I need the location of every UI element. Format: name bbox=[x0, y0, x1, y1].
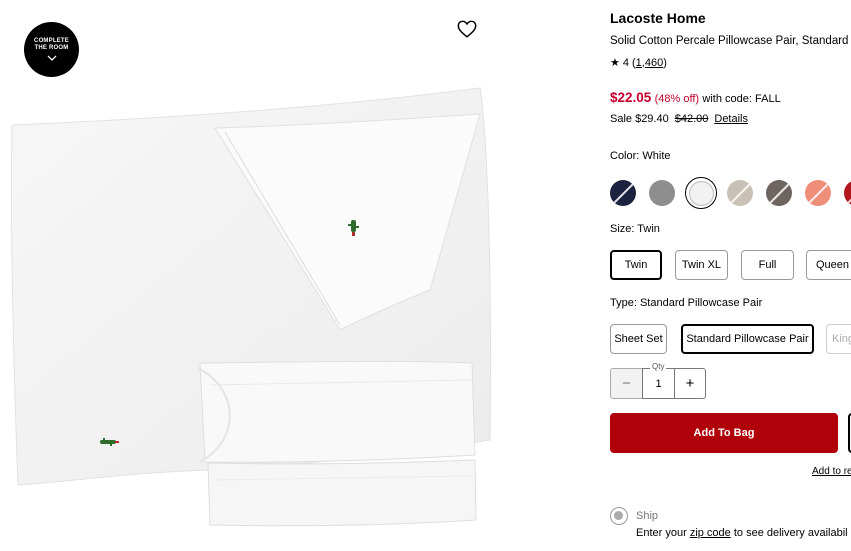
sale-text: Sale $29.40 bbox=[610, 113, 669, 125]
product-title: Solid Cotton Percale Pillowcase Pair, St… bbox=[610, 35, 849, 47]
color-swatch-gray-heather[interactable] bbox=[649, 180, 675, 206]
brand-name[interactable]: Lacoste Home bbox=[610, 10, 706, 26]
size-option-label: Queen bbox=[815, 259, 850, 271]
color-swatch-beige[interactable] bbox=[727, 180, 753, 206]
delivery-prefix: Enter your bbox=[636, 527, 690, 539]
type-option-label: Standard Pillowcase Pair bbox=[686, 333, 809, 345]
quantity-decrease-button[interactable]: − bbox=[610, 368, 643, 399]
size-option-queen[interactable]: Queen bbox=[806, 250, 851, 280]
unavailable-slash-icon bbox=[729, 181, 753, 205]
ship-label: Ship bbox=[636, 510, 659, 522]
size-option-label: Twin XL bbox=[681, 259, 722, 271]
color-swatch-white[interactable] bbox=[685, 177, 717, 209]
unavailable-slash-icon bbox=[768, 181, 792, 205]
complete-room-line1: COMPLETE bbox=[34, 38, 69, 44]
zip-code-link[interactable]: zip code bbox=[690, 527, 731, 539]
color-swatch-taupe[interactable] bbox=[766, 180, 792, 206]
promo-code-text: with code: FALL bbox=[702, 93, 781, 105]
color-swatches bbox=[610, 177, 851, 209]
unavailable-slash-icon bbox=[612, 181, 636, 205]
review-count-link[interactable]: 1,460 bbox=[636, 57, 664, 69]
ship-radio[interactable] bbox=[610, 507, 628, 525]
type-option-standard-pillowcase-pair[interactable]: Standard Pillowcase Pair bbox=[681, 324, 814, 354]
size-option-twin[interactable]: Twin bbox=[610, 250, 662, 280]
review-count-wrapper[interactable]: (1,460) bbox=[632, 57, 667, 69]
price-line: $22.05 (48% off) with code: FALL bbox=[610, 90, 781, 105]
heart-icon[interactable] bbox=[456, 18, 478, 40]
type-option-king[interactable]: King bbox=[826, 324, 851, 354]
details-link[interactable]: Details bbox=[714, 113, 748, 125]
plus-icon: + bbox=[685, 375, 695, 392]
discount-percent: (48% off) bbox=[654, 93, 700, 105]
rating-summary: ★ 4 (1,460) bbox=[610, 56, 667, 70]
add-to-bag-button[interactable]: Add To Bag bbox=[610, 413, 838, 453]
complete-the-room-button[interactable]: COMPLETE THE ROOM bbox=[24, 22, 79, 77]
original-price: $42.00 bbox=[674, 113, 709, 125]
type-option-label: Sheet Set bbox=[614, 333, 663, 345]
quantity-label: Qty bbox=[650, 362, 667, 371]
original-price-line: Sale $29.40 $42.00 Details bbox=[610, 113, 748, 125]
color-swatch-coral[interactable] bbox=[805, 180, 831, 206]
product-image-pane: COMPLETE THE ROOM bbox=[0, 0, 590, 551]
quantity-increase-button[interactable]: + bbox=[674, 368, 706, 399]
size-option-full[interactable]: Full bbox=[741, 250, 794, 280]
radio-dot bbox=[614, 511, 623, 520]
size-option-label: Full bbox=[758, 259, 777, 271]
color-swatch-navy[interactable] bbox=[610, 180, 636, 206]
type-option-label: King bbox=[832, 333, 851, 345]
swatch-fill bbox=[689, 181, 714, 206]
star-icon: ★ bbox=[610, 57, 620, 69]
quantity-input[interactable]: 1 bbox=[642, 368, 675, 399]
size-label: Size: Twin bbox=[610, 223, 660, 235]
size-option-label: Twin bbox=[624, 259, 648, 271]
chevron-down-icon bbox=[47, 55, 56, 61]
delivery-suffix: to see delivery availabil bbox=[730, 527, 848, 539]
type-option-sheet-set[interactable]: Sheet Set bbox=[610, 324, 667, 354]
unavailable-slash-icon bbox=[846, 181, 851, 205]
add-to-registry-link[interactable]: Add to re bbox=[812, 466, 851, 477]
unavailable-slash-icon bbox=[807, 181, 831, 205]
delivery-message: Enter your zip code to see delivery avai… bbox=[636, 527, 848, 539]
type-label: Type: Standard Pillowcase Pair bbox=[610, 297, 763, 309]
complete-room-line2: THE ROOM bbox=[34, 45, 69, 51]
sale-price: $22.05 bbox=[610, 90, 652, 105]
quantity-value: 1 bbox=[655, 377, 662, 390]
color-label: Color: White bbox=[610, 150, 671, 162]
color-swatch-red[interactable] bbox=[844, 180, 851, 206]
rating-value: 4 bbox=[622, 56, 629, 69]
product-photo bbox=[10, 87, 492, 527]
minus-icon: − bbox=[622, 375, 631, 392]
size-option-twin-xl[interactable]: Twin XL bbox=[675, 250, 728, 280]
quantity-stepper: − 1 + bbox=[610, 368, 706, 399]
